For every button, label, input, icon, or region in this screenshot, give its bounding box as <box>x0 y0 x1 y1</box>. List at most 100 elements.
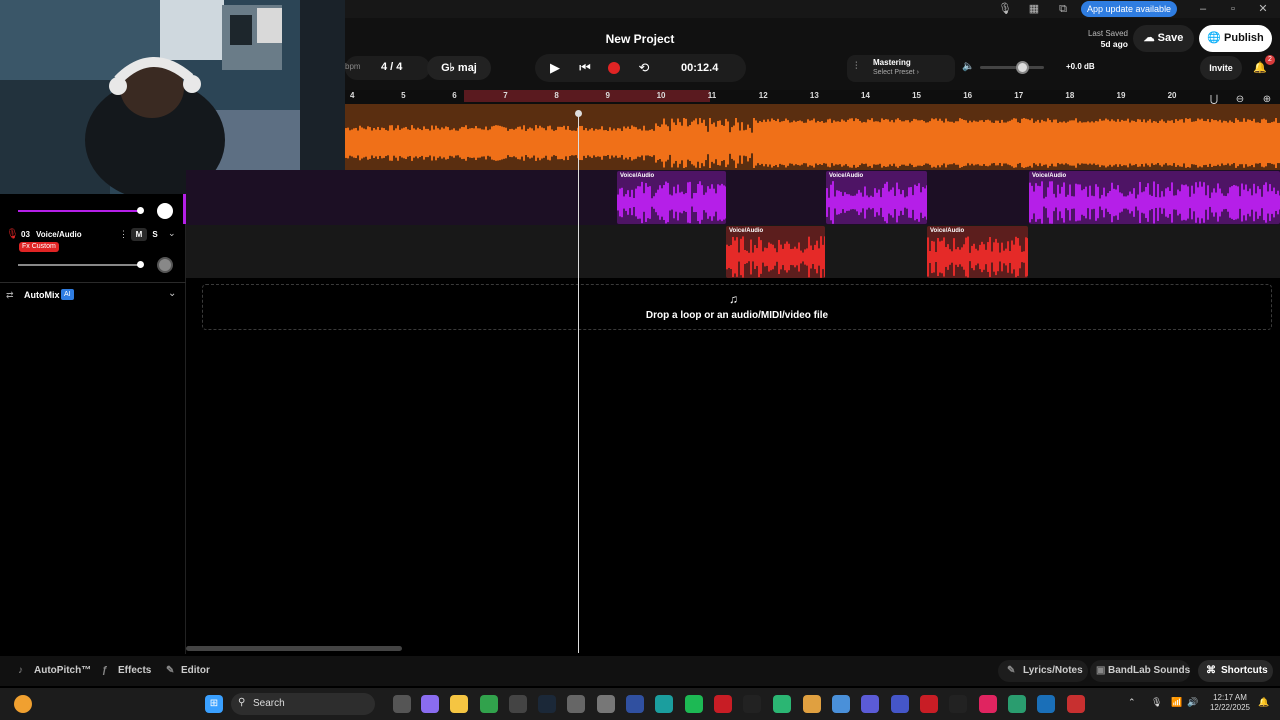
edge-icon[interactable] <box>655 695 673 713</box>
save-button[interactable]: ☁ Save <box>1133 25 1194 52</box>
opera-icon[interactable] <box>714 695 732 713</box>
effects-button[interactable]: Effects <box>118 665 151 676</box>
taskbar-search[interactable]: Search <box>231 693 375 715</box>
time-signature[interactable]: 4 / 4 <box>381 61 402 73</box>
app-icon[interactable] <box>773 695 791 713</box>
app-icon[interactable] <box>1008 695 1026 713</box>
waveform-sample <box>555 130 557 156</box>
file-explorer-icon[interactable] <box>450 695 468 713</box>
playhead[interactable] <box>578 112 579 653</box>
track-2-pan-knob[interactable] <box>157 203 173 219</box>
drop-zone[interactable] <box>202 284 1272 330</box>
maximize-icon[interactable]: ▫ <box>1226 2 1240 16</box>
close-icon[interactable]: ✕ <box>1256 2 1270 16</box>
waveform-sample <box>449 130 451 156</box>
shortcuts-button[interactable]: Shortcuts <box>1221 665 1268 676</box>
microphone-icon[interactable]: 🎙 <box>1151 697 1162 708</box>
mastering-preset[interactable]: Select Preset › <box>873 69 919 76</box>
xbox-icon[interactable] <box>480 695 498 713</box>
track-3-name[interactable]: Voice/Audio <box>36 230 82 239</box>
fx-badge[interactable]: Fx Custom <box>19 242 59 252</box>
capcut-icon[interactable] <box>743 695 761 713</box>
waveform-sample <box>1003 122 1005 164</box>
chevron-down-icon[interactable]: ⌄ <box>168 228 176 239</box>
extension-icon[interactable]: ⧉ <box>1056 2 1070 16</box>
volume-icon[interactable]: 🔊 <box>1187 697 1198 708</box>
waveform-sample <box>969 120 971 166</box>
playhead-handle[interactable] <box>575 110 582 117</box>
waveform-sample <box>489 129 491 157</box>
waveform-sample <box>389 125 391 161</box>
terminal-icon[interactable] <box>509 695 527 713</box>
steam-icon[interactable] <box>538 695 556 713</box>
app-icon[interactable] <box>949 695 967 713</box>
automix-label[interactable]: AutoMix <box>24 290 60 300</box>
speaker-icon[interactable]: 🔈 <box>962 61 974 72</box>
track-3-volume-slider[interactable] <box>18 264 140 266</box>
solo-button[interactable]: S <box>148 228 162 241</box>
track-3-pan-knob[interactable] <box>157 257 173 273</box>
record-button[interactable] <box>608 62 620 74</box>
discord-icon[interactable] <box>803 695 821 713</box>
chevron-down-icon[interactable]: ⌄ <box>168 288 176 299</box>
loop-icon[interactable]: ⟲ <box>637 61 651 75</box>
track-menu-icon[interactable]: ⋮ <box>119 229 128 240</box>
waveform-sample <box>563 125 565 161</box>
mute-button[interactable]: M <box>131 228 147 241</box>
minimize-icon[interactable]: – <box>1196 2 1210 16</box>
notes-icon[interactable] <box>861 695 879 713</box>
invite-button[interactable]: Invite <box>1200 56 1242 80</box>
github-icon[interactable] <box>567 695 585 713</box>
waveform-sample <box>545 130 547 156</box>
wifi-icon[interactable]: 📶 <box>1171 697 1182 708</box>
audio-clip[interactable]: Voice/Audio <box>726 226 825 278</box>
master-volume-knob[interactable] <box>1015 61 1029 74</box>
audio-clip[interactable]: Voice/Audio <box>826 171 927 224</box>
waveform-sample <box>543 128 545 158</box>
layout-icon[interactable]: ▦ <box>1027 2 1041 16</box>
notification-center-icon[interactable]: 🔔 <box>1258 697 1269 708</box>
tempo-time-signature[interactable]: bpm 4 / 4 <box>345 56 430 80</box>
publish-button[interactable]: 🌐 Publish <box>1199 25 1272 52</box>
copilot-icon[interactable] <box>421 695 439 713</box>
weather-icon[interactable] <box>14 695 32 713</box>
waveform-sample <box>377 126 379 160</box>
app-icon[interactable] <box>1067 695 1085 713</box>
master-volume-slider[interactable] <box>980 66 1044 69</box>
project-title[interactable]: New Project <box>560 32 720 46</box>
audio-clip[interactable]: Voice/Audio <box>927 226 1028 278</box>
skip-back-icon[interactable]: ⏮ <box>578 61 592 75</box>
loop-region[interactable] <box>464 90 710 102</box>
tiktok-icon[interactable] <box>979 695 997 713</box>
waveform-sample <box>793 120 795 166</box>
microphone-icon[interactable]: 🎙 <box>998 2 1012 16</box>
spotify-icon[interactable] <box>685 695 703 713</box>
vpn-icon[interactable] <box>626 695 644 713</box>
audio-clip[interactable]: Voice/Audio <box>617 171 726 224</box>
audio-clip[interactable]: Voice/Audio <box>1029 171 1280 224</box>
waveform-sample <box>1113 120 1115 166</box>
autopitch-button[interactable]: AutoPitch™ <box>34 665 91 676</box>
track-3-volume-handle[interactable] <box>137 261 144 268</box>
key-button[interactable]: G♭ maj <box>427 56 491 80</box>
horizontal-scrollbar[interactable] <box>186 646 402 651</box>
app-update-button[interactable]: App update available ⋮ <box>1081 1 1177 30</box>
track-2-volume-handle[interactable] <box>137 207 144 214</box>
app-icon[interactable] <box>920 695 938 713</box>
chrome-icon[interactable] <box>832 695 850 713</box>
track-2-volume-slider[interactable] <box>18 210 140 212</box>
waveform-sample <box>905 120 907 166</box>
taskbar-clock[interactable]: 12:17 AM 12/22/2025 <box>1205 693 1255 713</box>
chevron-up-icon[interactable]: ⌃ <box>1128 697 1136 708</box>
ruler-bar-label: 18 <box>1065 91 1075 100</box>
waveform-sample <box>1209 122 1211 164</box>
bandlab-sounds-button[interactable]: BandLab Sounds <box>1108 665 1190 676</box>
app-icon[interactable] <box>1037 695 1055 713</box>
settings-icon[interactable] <box>597 695 615 713</box>
editor-button[interactable]: Editor <box>181 665 210 676</box>
task-view-icon[interactable] <box>393 695 411 713</box>
app-icon[interactable] <box>891 695 909 713</box>
windows-start-icon[interactable]: ⊞ <box>205 695 223 713</box>
play-icon[interactable]: ▶ <box>548 61 562 75</box>
lyrics-button[interactable]: Lyrics/Notes <box>1023 665 1083 676</box>
